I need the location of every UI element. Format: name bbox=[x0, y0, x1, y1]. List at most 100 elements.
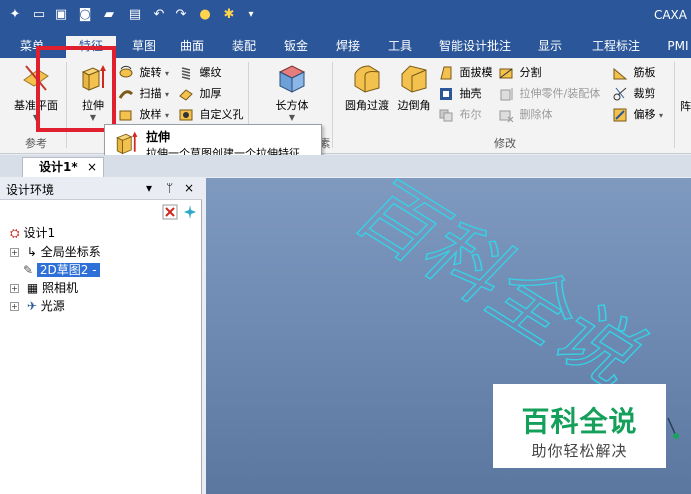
tab-pmi[interactable]: PMI bbox=[660, 36, 691, 58]
document-tab[interactable]: 设计1* × bbox=[22, 157, 104, 177]
watermark-logo: 百科全说 助你轻松解决 bbox=[493, 384, 666, 468]
close-icon[interactable]: × bbox=[184, 181, 194, 195]
chamfer-button[interactable]: 边倒角 bbox=[394, 62, 434, 113]
tree-item-camera[interactable]: + ▦ 照相机 bbox=[10, 280, 78, 297]
undo-icon[interactable]: ↶ bbox=[150, 6, 168, 24]
chamfer-label: 边倒角 bbox=[397, 99, 431, 112]
close-tree-icon[interactable] bbox=[162, 204, 178, 220]
offset-icon bbox=[613, 108, 627, 122]
watermark-title: 百科全说 bbox=[521, 405, 638, 438]
title-bar: ✦ ▭ ▣ ◙ ▰ ▤ ↶ ↷ ● ✱ ▾ CAXA bbox=[0, 0, 691, 32]
document-tab-bar: 设计1* × bbox=[0, 155, 691, 177]
tab-tools[interactable]: 工具 bbox=[380, 36, 420, 58]
shell-label: 抽壳 bbox=[459, 87, 482, 100]
loft-button[interactable]: 放样 ▾ bbox=[118, 106, 169, 124]
group-divider bbox=[674, 62, 675, 148]
panel-header: 设计环境 ▾ ᛘ × bbox=[0, 178, 202, 200]
axis-triad-origin bbox=[673, 433, 679, 439]
tab-welding[interactable]: 焊接 bbox=[328, 36, 368, 58]
tab-sketch[interactable]: 草图 bbox=[124, 36, 164, 58]
shell-icon bbox=[440, 88, 452, 100]
panel-menu-icon[interactable]: ▾ bbox=[146, 181, 152, 195]
thicken-icon bbox=[179, 89, 193, 101]
box-button[interactable]: 长方体 ▼ bbox=[266, 62, 318, 122]
group-label-reference: 参考 bbox=[25, 137, 47, 150]
extrude-icon bbox=[116, 131, 138, 155]
fillet-button[interactable]: 圆角过渡 bbox=[342, 62, 392, 113]
tab-sheet-metal[interactable]: 钣金 bbox=[276, 36, 316, 58]
chevron-down-icon: ▾ bbox=[659, 111, 664, 120]
chevron-down-icon: ▾ bbox=[165, 69, 170, 78]
sparkle-icon[interactable] bbox=[182, 204, 198, 220]
rib-button[interactable]: 筋板 bbox=[612, 64, 656, 82]
window-title: CAXA bbox=[653, 8, 687, 22]
expand-icon[interactable]: + bbox=[10, 284, 19, 293]
expand-icon[interactable]: + bbox=[10, 248, 19, 257]
chamfer-icon bbox=[401, 65, 427, 93]
camera-icon: ▦ bbox=[26, 281, 39, 295]
tree-item-design[interactable]: ⛭ 设计1 bbox=[10, 225, 55, 242]
chevron-down-icon: ▾ bbox=[165, 90, 170, 99]
folder-icon[interactable]: ▰ bbox=[100, 6, 118, 24]
revolve-label: 旋转 bbox=[139, 66, 162, 79]
draft-icon bbox=[440, 66, 452, 80]
group-divider bbox=[332, 62, 333, 148]
design-environment-panel: 设计环境 ▾ ᛘ × ⛭ 设计1 + ↳ 全局坐标系 ✎ 2D草图2 - + ▦… bbox=[0, 178, 202, 494]
revolve-button[interactable]: 旋转 ▾ bbox=[118, 64, 169, 82]
tab-display[interactable]: 显示 bbox=[530, 36, 570, 58]
open-icon[interactable]: ▣ bbox=[52, 6, 70, 24]
tree-item-sketch[interactable]: ✎ 2D草图2 - bbox=[23, 262, 100, 279]
tab-engineering-annotation[interactable]: 工程标注 bbox=[586, 36, 646, 58]
tree-item-label: 照相机 bbox=[42, 281, 79, 295]
new-file-icon[interactable]: ▭ bbox=[30, 6, 48, 24]
group-label-modify: 修改 bbox=[494, 137, 516, 150]
extrude-part-icon bbox=[500, 88, 513, 101]
split-button[interactable]: 分割 bbox=[498, 64, 542, 82]
thread-icon bbox=[181, 67, 191, 80]
close-icon[interactable]: × bbox=[87, 158, 97, 176]
tree-item-global-coordinate[interactable]: + ↳ 全局坐标系 bbox=[10, 244, 101, 261]
trim-button[interactable]: 裁剪 bbox=[612, 85, 656, 103]
bulb-icon[interactable]: ● bbox=[196, 6, 214, 24]
redo-icon[interactable]: ↷ bbox=[172, 6, 190, 24]
light-icon: ✈ bbox=[26, 299, 37, 313]
loft-label: 放样 bbox=[139, 108, 162, 121]
delete-body-icon bbox=[499, 110, 514, 123]
customize-icon[interactable]: ▾ bbox=[242, 6, 260, 24]
tab-smart-design[interactable]: 智能设计批注 bbox=[434, 36, 516, 58]
capture-icon[interactable]: ◙ bbox=[76, 6, 94, 24]
boolean-button[interactable]: 布尔 bbox=[438, 106, 482, 124]
sweep-label: 扫描 bbox=[139, 87, 162, 100]
offset-button[interactable]: 偏移 ▾ bbox=[612, 106, 663, 124]
boolean-label: 布尔 bbox=[459, 108, 482, 121]
sweep-button[interactable]: 扫描 ▾ bbox=[118, 85, 169, 103]
revolve-icon bbox=[119, 65, 133, 78]
shell-button[interactable]: 抽壳 bbox=[438, 85, 482, 103]
delete-body-button[interactable]: 删除体 bbox=[498, 106, 553, 124]
custom-hole-button[interactable]: 自定义孔 bbox=[178, 106, 244, 124]
tree-item-label: 光源 bbox=[40, 299, 65, 313]
thread-button[interactable]: 螺纹 bbox=[178, 64, 222, 82]
extrude-part-button[interactable]: 拉伸零件/装配体 bbox=[498, 85, 600, 103]
tooltip-title: 拉伸 bbox=[146, 130, 171, 144]
expand-icon[interactable]: + bbox=[10, 302, 19, 311]
tab-surface[interactable]: 曲面 bbox=[172, 36, 212, 58]
trim-icon bbox=[613, 87, 627, 101]
pattern-button-partial[interactable]: 阵 bbox=[680, 98, 691, 116]
delete-body-label: 删除体 bbox=[519, 108, 553, 121]
fillet-label: 圆角过渡 bbox=[345, 99, 389, 112]
tree-item-light[interactable]: + ✈ 光源 bbox=[10, 298, 65, 315]
app-menu-icon[interactable]: ✦ bbox=[6, 6, 24, 24]
draft-button[interactable]: 面拔模 bbox=[438, 64, 493, 82]
rib-label: 筋板 bbox=[633, 66, 656, 79]
save-icon[interactable]: ▤ bbox=[126, 6, 144, 24]
custom-hole-icon bbox=[179, 109, 193, 121]
sparkle-icon[interactable]: ✱ bbox=[220, 6, 238, 24]
extrude-highlight-box bbox=[36, 46, 116, 132]
tab-assembly[interactable]: 装配 bbox=[224, 36, 264, 58]
box-icon bbox=[278, 65, 306, 93]
sweep-icon bbox=[118, 90, 134, 99]
pin-icon[interactable]: ᛘ bbox=[166, 181, 173, 195]
thicken-button[interactable]: 加厚 bbox=[178, 85, 222, 103]
draft-label: 面拔模 bbox=[459, 66, 493, 79]
